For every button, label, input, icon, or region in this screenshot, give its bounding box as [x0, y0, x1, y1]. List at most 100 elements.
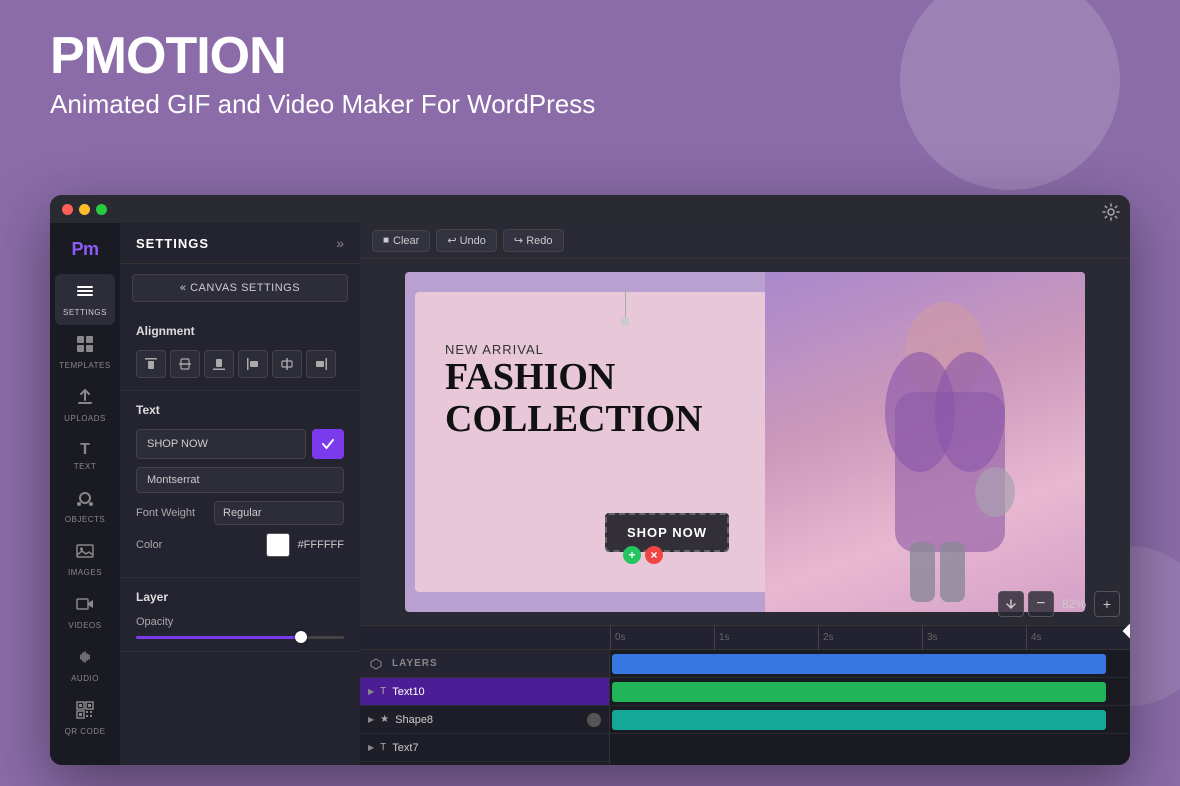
opacity-slider[interactable]	[136, 636, 344, 639]
font-weight-select[interactable]: Regular Bold	[214, 501, 344, 525]
sidebar-item-objects[interactable]: OBJECTS	[55, 481, 115, 532]
layer-arrow-text7: ▶	[368, 743, 374, 752]
canvas-area: ■ Clear ↩ Undo ↪ Redo	[360, 223, 1130, 765]
sidebar-item-images[interactable]: IMAGES	[55, 534, 115, 585]
app-body: Pm SETTINGS	[50, 223, 1130, 765]
sidebar-item-settings[interactable]: SETTINGS	[55, 274, 115, 325]
font-select[interactable]: Montserrat	[136, 467, 344, 493]
alignment-grid	[136, 350, 344, 378]
text-section-title: Text	[136, 403, 344, 417]
sidebar-item-uploads[interactable]: UPLOADS	[55, 380, 115, 431]
settings-panel: SETTINGS » « CANVAS SETTINGS Alignment	[120, 223, 360, 765]
layer-type-icon-text7: T	[380, 742, 386, 753]
canvas-zoom-out-button[interactable]: −	[1028, 591, 1054, 617]
sidebar-item-images-label: IMAGES	[68, 568, 102, 577]
uploads-icon	[76, 388, 94, 411]
shop-now-delete-button[interactable]: ×	[645, 546, 663, 564]
text-input-row	[136, 429, 344, 459]
settings-icon	[76, 282, 94, 305]
canvas-viewport[interactable]: NEW ARRIVAL FASHION COLLECTION	[360, 259, 1130, 625]
clear-icon: ■	[383, 235, 389, 246]
layer-arrow-text10: ▶	[368, 687, 374, 696]
sidebar-item-text-label: TEXT	[74, 462, 96, 471]
color-row: Color #FFFFFF	[136, 533, 344, 557]
align-center-button[interactable]	[272, 350, 302, 378]
text-input[interactable]	[136, 429, 306, 459]
objects-icon	[76, 489, 94, 512]
sidebar-item-qrcode[interactable]: QR CODE	[55, 693, 115, 744]
maximize-button[interactable]	[96, 204, 107, 215]
font-weight-label: Font Weight	[136, 507, 195, 519]
app-window: Pm SETTINGS	[50, 195, 1130, 765]
align-left-button[interactable]	[238, 350, 268, 378]
color-label: Color	[136, 539, 162, 551]
layer-item-text7[interactable]: ▶ T Text7	[360, 734, 609, 762]
layer-type-icon-shape8: ★	[380, 714, 389, 725]
layer-name-text7: Text7	[392, 742, 601, 754]
canvas-settings-icon[interactable]	[1102, 223, 1120, 226]
clear-label: Clear	[393, 235, 419, 247]
shop-now-controls: + ×	[623, 546, 663, 564]
opacity-thumb[interactable]	[295, 631, 307, 643]
templates-icon	[76, 335, 94, 358]
ruler-marks: 0s 1s 2s 3s 4s	[610, 626, 1130, 650]
redo-button[interactable]: ↪ Redo	[503, 229, 564, 252]
clear-button[interactable]: ■ Clear	[372, 230, 430, 252]
timeline-tracks	[610, 650, 1130, 765]
qrcode-icon	[76, 701, 94, 724]
canvas-text-block[interactable]: NEW ARRIVAL FASHION COLLECTION	[445, 342, 703, 441]
track-bar-text10[interactable]	[612, 654, 1106, 674]
sidebar-item-audio[interactable]: AUDIO	[55, 640, 115, 691]
layer-visibility-shape8[interactable]	[587, 713, 601, 727]
font-weight-row: Font Weight Regular Bold	[136, 501, 344, 525]
videos-icon	[76, 595, 94, 618]
timeline-content: LAYERS ▶ T Text10 ▶ ★ Shape8	[360, 650, 1130, 765]
shop-now-add-button[interactable]: +	[623, 546, 641, 564]
fashion-text-line1: FASHION	[445, 357, 703, 399]
alignment-section: Alignment	[120, 312, 360, 391]
shop-now-text: SHOP NOW	[627, 525, 707, 540]
canvas-zoom-in-button[interactable]: +	[1094, 591, 1120, 617]
layers-panel: LAYERS ▶ T Text10 ▶ ★ Shape8	[360, 650, 610, 765]
layer-item-shape8[interactable]: ▶ ★ Shape8	[360, 706, 609, 734]
sidebar-item-objects-label: OBJECTS	[65, 515, 105, 524]
logo: Pm	[71, 239, 98, 260]
track-bar-shape8[interactable]	[612, 682, 1106, 702]
icon-sidebar: Pm SETTINGS	[50, 223, 120, 765]
canvas-move-down-button[interactable]	[998, 591, 1024, 617]
sidebar-item-templates-label: TEMPLATES	[59, 361, 110, 370]
minimize-button[interactable]	[79, 204, 90, 215]
layer-type-icon-text10: T	[380, 686, 386, 697]
color-swatch[interactable]	[266, 533, 290, 557]
undo-button[interactable]: ↩ Undo	[436, 229, 497, 252]
ruler-mark-1s: 1s	[714, 626, 818, 650]
layer-name-text10: Text10	[392, 686, 601, 698]
sidebar-item-templates[interactable]: TEMPLATES	[55, 327, 115, 378]
canvas-corner-line	[625, 288, 626, 318]
track-bar-text7[interactable]	[612, 710, 1106, 730]
track-row-text7	[610, 706, 1130, 734]
layer-section: Layer Opacity	[120, 578, 360, 652]
toolbar: ■ Clear ↩ Undo ↪ Redo	[360, 223, 1130, 259]
sidebar-item-audio-label: AUDIO	[71, 674, 99, 683]
layer-item-text10[interactable]: ▶ T Text10	[360, 678, 609, 706]
canvas-corner-dot	[621, 318, 629, 326]
sidebar-item-uploads-label: UPLOADS	[64, 414, 106, 423]
align-middle-button[interactable]	[170, 350, 200, 378]
track-row-text10	[610, 650, 1130, 678]
sidebar-item-videos-label: VIDEOS	[68, 621, 101, 630]
text-confirm-button[interactable]	[312, 429, 344, 459]
layer-arrow-shape8: ▶	[368, 715, 374, 724]
layers-label: LAYERS	[392, 658, 438, 669]
align-right-button[interactable]	[306, 350, 336, 378]
ruler-mark-3s: 3s	[922, 626, 1026, 650]
close-button[interactable]	[62, 204, 73, 215]
sidebar-item-videos[interactable]: VIDEOS	[55, 587, 115, 638]
align-top-button[interactable]	[136, 350, 166, 378]
sidebar-item-text[interactable]: T TEXT	[55, 433, 115, 479]
canvas-settings-button[interactable]: « CANVAS SETTINGS	[132, 274, 348, 302]
collapse-button[interactable]: »	[336, 235, 344, 251]
align-bottom-button[interactable]	[204, 350, 234, 378]
ruler-mark-2s: 2s	[818, 626, 922, 650]
layer-name-shape8: Shape8	[395, 714, 581, 726]
